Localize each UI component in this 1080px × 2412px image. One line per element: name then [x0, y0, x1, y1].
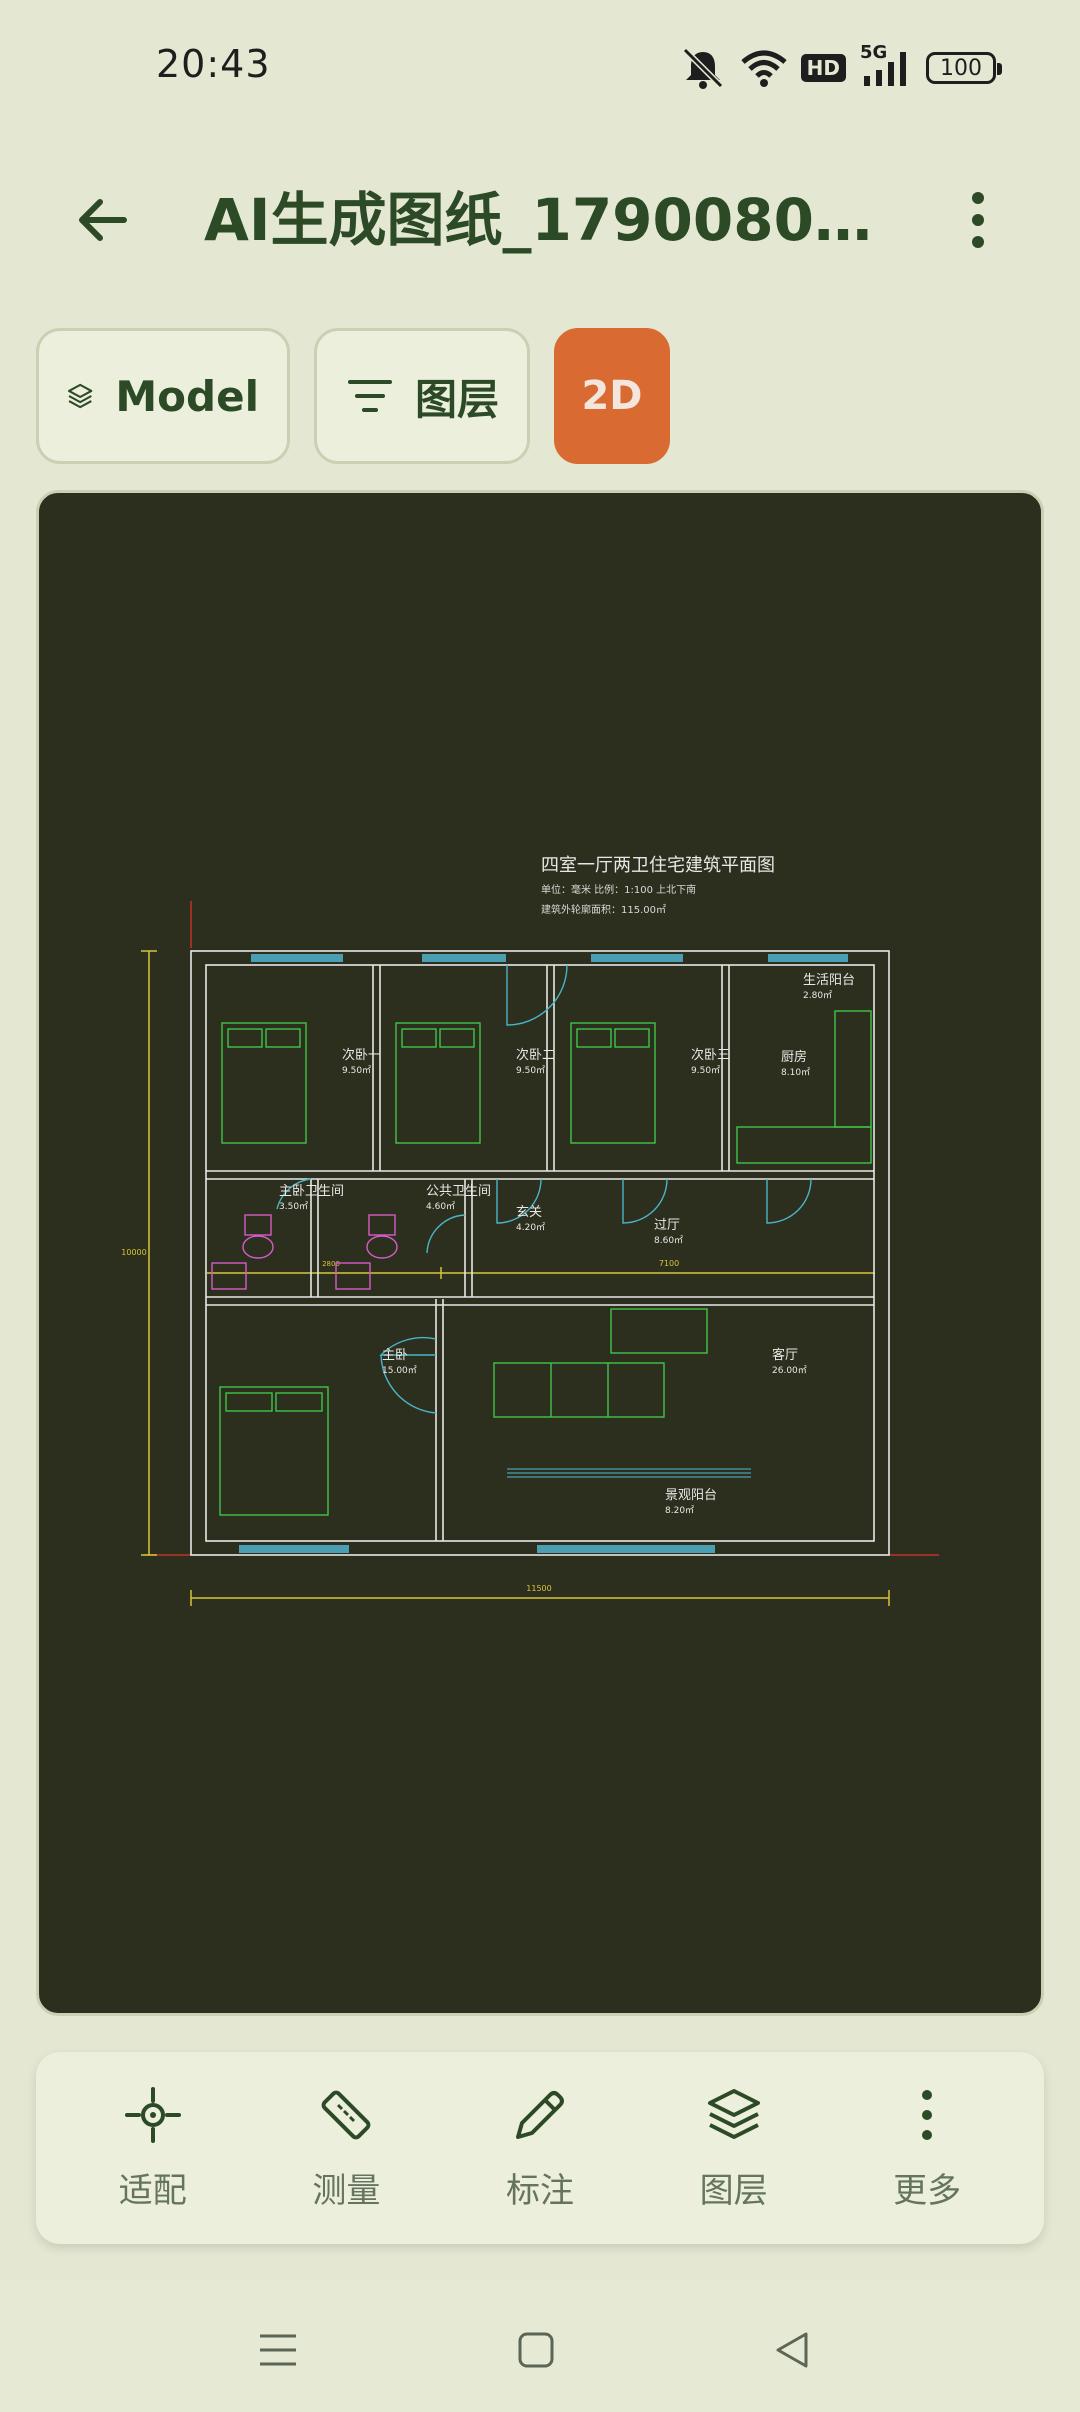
wifi-icon: [741, 48, 787, 88]
system-back-button[interactable]: [752, 2310, 832, 2390]
more-vertical-icon: [922, 2089, 933, 2140]
room-label: 生活阳台: [803, 973, 855, 988]
layers-button[interactable]: 图层: [649, 2073, 819, 2223]
status-bar: 20:43 HD 5G 100: [0, 0, 1080, 130]
room-label: 景观阳台: [665, 1488, 717, 1503]
room-area: 2.80㎡: [803, 990, 832, 1001]
crosshair-icon: [124, 2086, 181, 2143]
room-area: 15.00㎡: [382, 1365, 417, 1376]
room-area: 8.20㎡: [665, 1505, 694, 1516]
room-label: 次卧一: [342, 1047, 381, 1063]
room-label: 次卧二: [516, 1047, 555, 1063]
room-labels: 次卧一 9.50㎡ 次卧二 9.50㎡ 次卧三 9.50㎡ 生活阳台 2.80㎡…: [279, 973, 855, 1516]
back-button[interactable]: [62, 180, 142, 260]
model-chip-label: Model: [115, 371, 259, 421]
page-title: AI生成图纸_179008086...: [204, 186, 904, 254]
floor-plan-drawing: 四室一厅两卫住宅建筑平面图 单位：毫米 比例：1:100 上北下南 建筑外轮廓面…: [121, 855, 939, 1606]
room-label: 次卧三: [691, 1047, 730, 1063]
drawing-canvas[interactable]: 四室一厅两卫住宅建筑平面图 单位：毫米 比例：1:100 上北下南 建筑外轮廓面…: [36, 490, 1044, 2016]
layers-label: 图层: [699, 2170, 768, 2211]
room-area: 26.00㎡: [772, 1365, 807, 1376]
more-label: 更多: [893, 2170, 962, 2211]
view-mode-2d-chip[interactable]: 2D: [554, 328, 670, 464]
room-label: 厨房: [781, 1049, 807, 1065]
windows: [239, 954, 848, 1553]
arrow-left-icon: [79, 199, 127, 241]
drawing-area-note: 建筑外轮廓面积：115.00㎡: [541, 903, 666, 916]
layers-filter-chip[interactable]: 图层: [314, 328, 530, 464]
app-bar: AI生成图纸_179008086...: [0, 150, 1080, 280]
layers-icon: [707, 2088, 760, 2139]
room-area: 4.60㎡: [426, 1201, 455, 1212]
ruler-icon: [322, 2090, 371, 2139]
room-area: 4.20㎡: [516, 1222, 545, 1233]
menu-lines-icon: [260, 2334, 296, 2366]
dimension-bath-label: 2800: [322, 1260, 340, 1268]
room-label: 过厅: [654, 1218, 680, 1233]
measure-label: 测量: [312, 2170, 381, 2211]
square-icon: [518, 2332, 554, 2368]
room-label: 玄关: [516, 1205, 542, 1220]
status-icons: HD 5G 100: [679, 42, 1002, 92]
doors: [276, 964, 812, 1414]
bell-muted-icon: [679, 46, 727, 90]
room-label: 主卧: [382, 1348, 408, 1363]
recents-button[interactable]: [238, 2310, 318, 2390]
room-area: 9.50㎡: [342, 1065, 371, 1076]
room-area: 3.50㎡: [279, 1201, 308, 1212]
annotate-button[interactable]: 标注: [455, 2073, 625, 2223]
model-chip[interactable]: Model: [36, 328, 290, 464]
walls: [190, 950, 890, 1556]
balcony-railing: [507, 1468, 751, 1478]
room-area: 8.60㎡: [654, 1235, 683, 1246]
dimension-hall-label: 7100: [659, 1259, 679, 1268]
room-label: 公共卫生间: [426, 1184, 491, 1199]
annotate-label: 标注: [505, 2170, 574, 2211]
dimension-lines: [141, 950, 890, 1606]
room-label: 客厅: [772, 1347, 798, 1363]
dimension-width-label: 11500: [526, 1584, 551, 1593]
status-time: 20:43: [156, 42, 271, 86]
pencil-icon: [515, 2090, 564, 2139]
battery-indicator: 100: [926, 52, 1002, 84]
bottom-toolbar: 适配 测量 标注 图层 更多: [36, 2052, 1044, 2244]
system-nav-bar: [0, 2280, 1080, 2412]
view-chips: Model 图层 2D: [36, 328, 670, 464]
more-vertical-icon: [972, 192, 984, 248]
home-button[interactable]: [496, 2310, 576, 2390]
layers-stack-icon: [68, 383, 93, 409]
room-label: 主卧卫生间: [279, 1184, 344, 1199]
sanitary-fixtures: [211, 1214, 398, 1290]
fit-label: 适配: [118, 2170, 187, 2211]
measure-button[interactable]: 测量: [261, 2073, 431, 2223]
filter-icon: [348, 380, 392, 412]
drawing-title: 四室一厅两卫住宅建筑平面图: [541, 855, 775, 876]
layers-chip-label: 图层: [415, 374, 500, 424]
drawing-subtitle: 单位：毫米 比例：1:100 上北下南: [541, 883, 696, 896]
room-area: 9.50㎡: [516, 1065, 545, 1076]
hd-badge: HD: [800, 54, 846, 82]
more-button[interactable]: 更多: [842, 2073, 1012, 2223]
room-area: 8.10㎡: [781, 1067, 810, 1078]
room-area: 9.50㎡: [691, 1065, 720, 1076]
signal-icon: 5G: [860, 42, 912, 88]
dimension-height-label: 10000: [121, 1248, 146, 1257]
overflow-menu-button[interactable]: [938, 180, 1018, 260]
triangle-back-icon: [776, 2332, 808, 2368]
fit-button[interactable]: 适配: [68, 2073, 238, 2223]
